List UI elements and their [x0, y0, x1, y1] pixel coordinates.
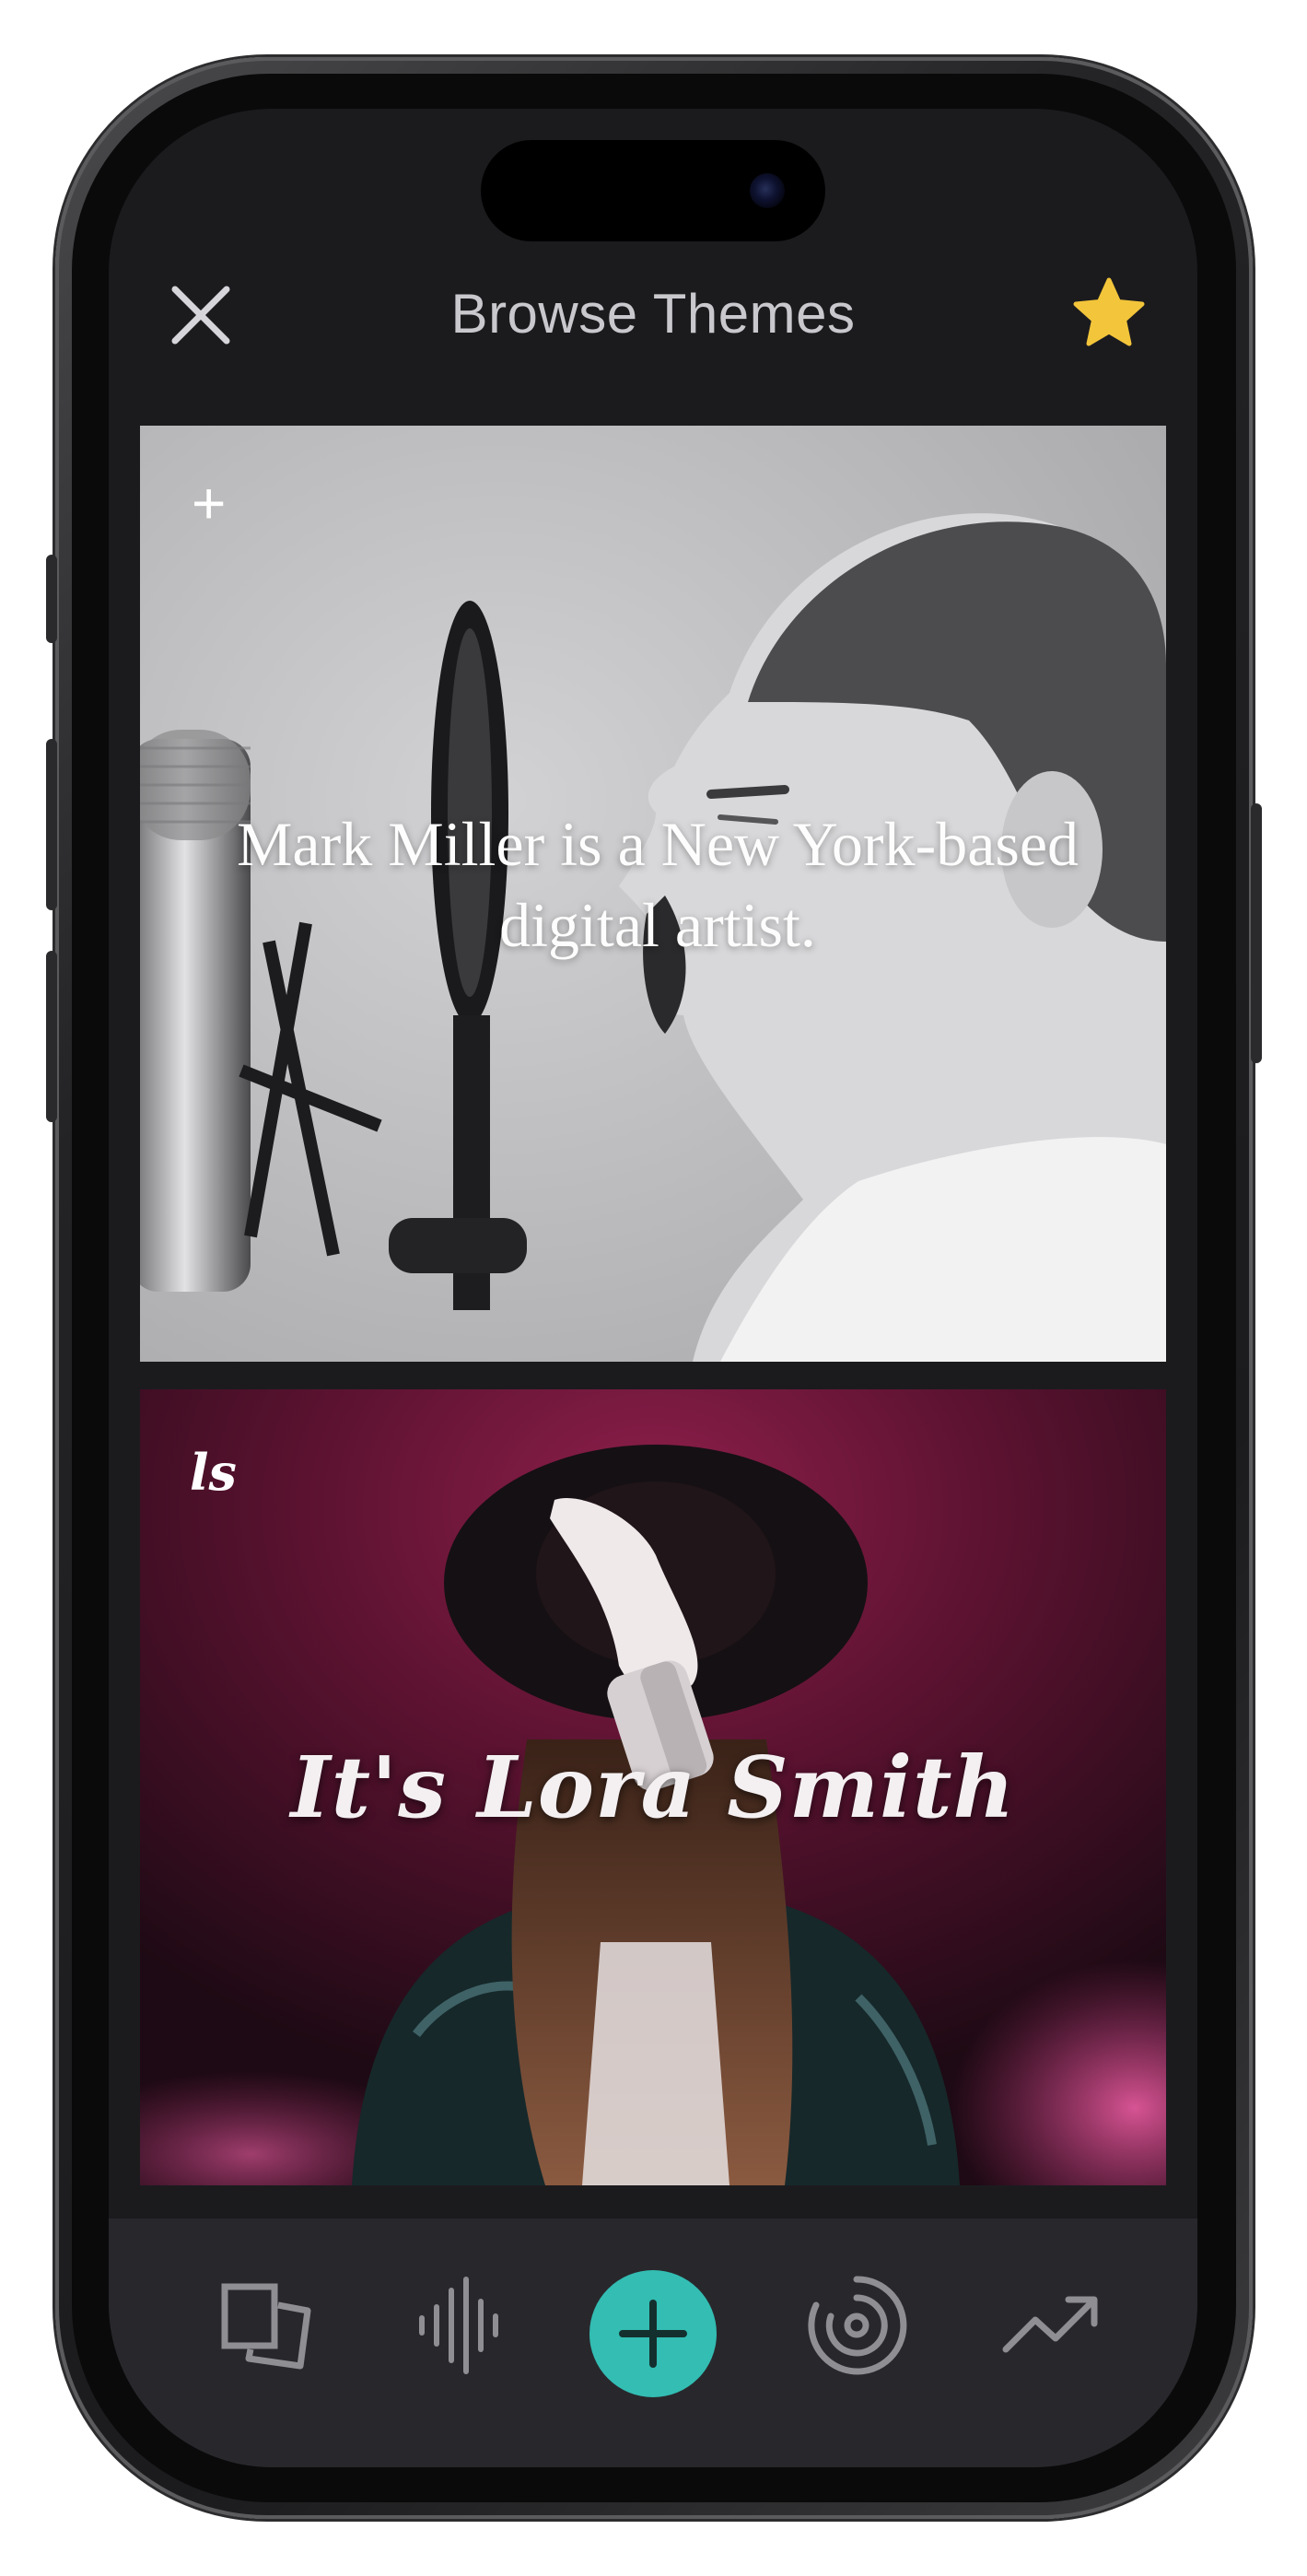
volume-down-button	[46, 951, 57, 1122]
trending-icon[interactable]	[995, 2270, 1105, 2381]
action-button	[46, 555, 57, 643]
star-icon[interactable]	[1070, 275, 1148, 352]
add-icon	[619, 2300, 687, 2368]
script-badge-icon: ls	[190, 1443, 237, 1502]
volume-up-button	[46, 739, 57, 910]
theme-card-lora-smith[interactable]: ls It's Lora Smith	[140, 1389, 1166, 2185]
radar-icon[interactable]	[801, 2270, 912, 2381]
theme-headline: It's Lora Smith	[290, 1738, 1016, 1837]
plus-badge-icon: +	[192, 470, 227, 536]
bottom-tab-bar	[109, 2219, 1197, 2467]
camera-icon	[750, 173, 785, 208]
theme-headline: Mark Miller is a New York-based digital …	[236, 809, 1079, 961]
theme-card-mark-miller[interactable]: + Mark Miller is a New York-based digita…	[140, 426, 1166, 1362]
audio-waveform-icon[interactable]	[405, 2270, 516, 2381]
screen: Browse Themes + Mark Miller is a New Yor…	[109, 109, 1197, 2467]
add-button[interactable]	[589, 2270, 717, 2397]
pages-icon[interactable]	[212, 2270, 322, 2381]
dynamic-island	[481, 140, 825, 241]
page-title: Browse Themes	[450, 283, 856, 345]
power-button	[1251, 803, 1262, 1063]
